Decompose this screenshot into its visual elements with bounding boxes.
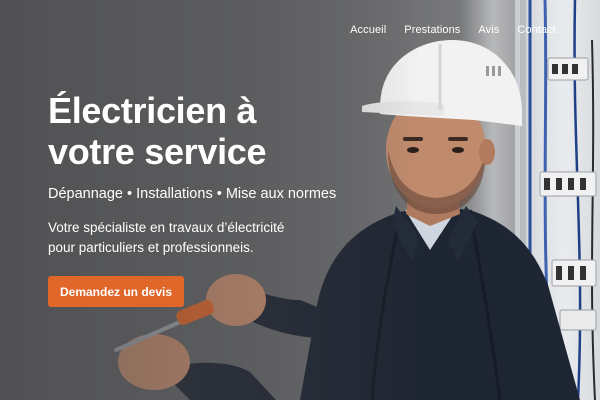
- main-navigation: Accueil Prestations Avis Contact: [350, 24, 556, 36]
- hero-title-line-1: Électricien à: [48, 90, 257, 131]
- hero-description-line-2: pour particuliers et professionneis.: [48, 240, 254, 255]
- nav-link-accueil[interactable]: Accueil: [350, 24, 386, 36]
- hero-description: Votre spécialiste en travaux d’électrici…: [48, 218, 338, 258]
- hero-section: Accueil Prestations Avis Contact Électri…: [0, 0, 600, 400]
- nav-link-contact[interactable]: Contact: [517, 24, 556, 36]
- hero-description-line-1: Votre spécialiste en travaux d’électrici…: [48, 220, 285, 235]
- nav-link-avis[interactable]: Avis: [478, 24, 499, 36]
- hero-title-line-2: votre service: [48, 131, 267, 172]
- nav-link-prestations[interactable]: Prestations: [404, 24, 460, 36]
- hero-title: Électricien à votre service: [48, 90, 267, 172]
- hero-tagline: Dépannage • Installations • Mise aux nor…: [48, 186, 337, 202]
- request-quote-button[interactable]: Demandez un devis: [48, 276, 184, 307]
